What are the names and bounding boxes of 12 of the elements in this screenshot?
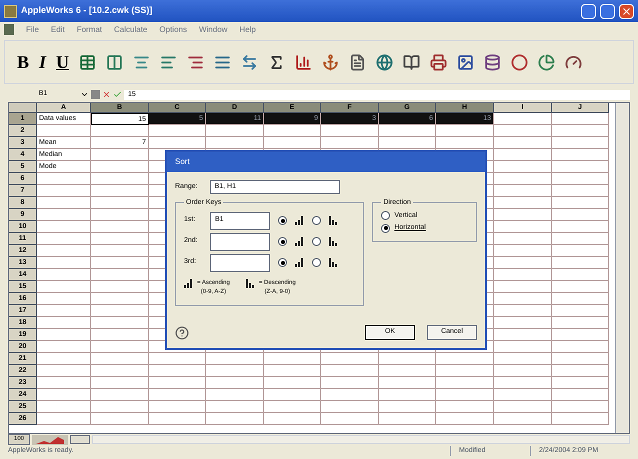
menu-item[interactable]: Window [198, 24, 228, 36]
menu-item[interactable]: Calculate [114, 24, 148, 36]
menu-item[interactable]: Options [159, 24, 187, 36]
dialog-title: Sort [175, 156, 190, 168]
window-title: AppleWorks 6 - [10.2.cwk (SS)] [21, 4, 152, 18]
menu-item[interactable]: Help [239, 24, 256, 36]
format-button[interactable]: B [17, 48, 30, 76]
menu-item[interactable]: Format [76, 24, 102, 36]
menu-item[interactable]: Edit [50, 24, 65, 36]
format-button[interactable]: U [56, 48, 70, 76]
format-button[interactable]: I [39, 48, 46, 76]
menu-item[interactable]: File [26, 24, 39, 36]
